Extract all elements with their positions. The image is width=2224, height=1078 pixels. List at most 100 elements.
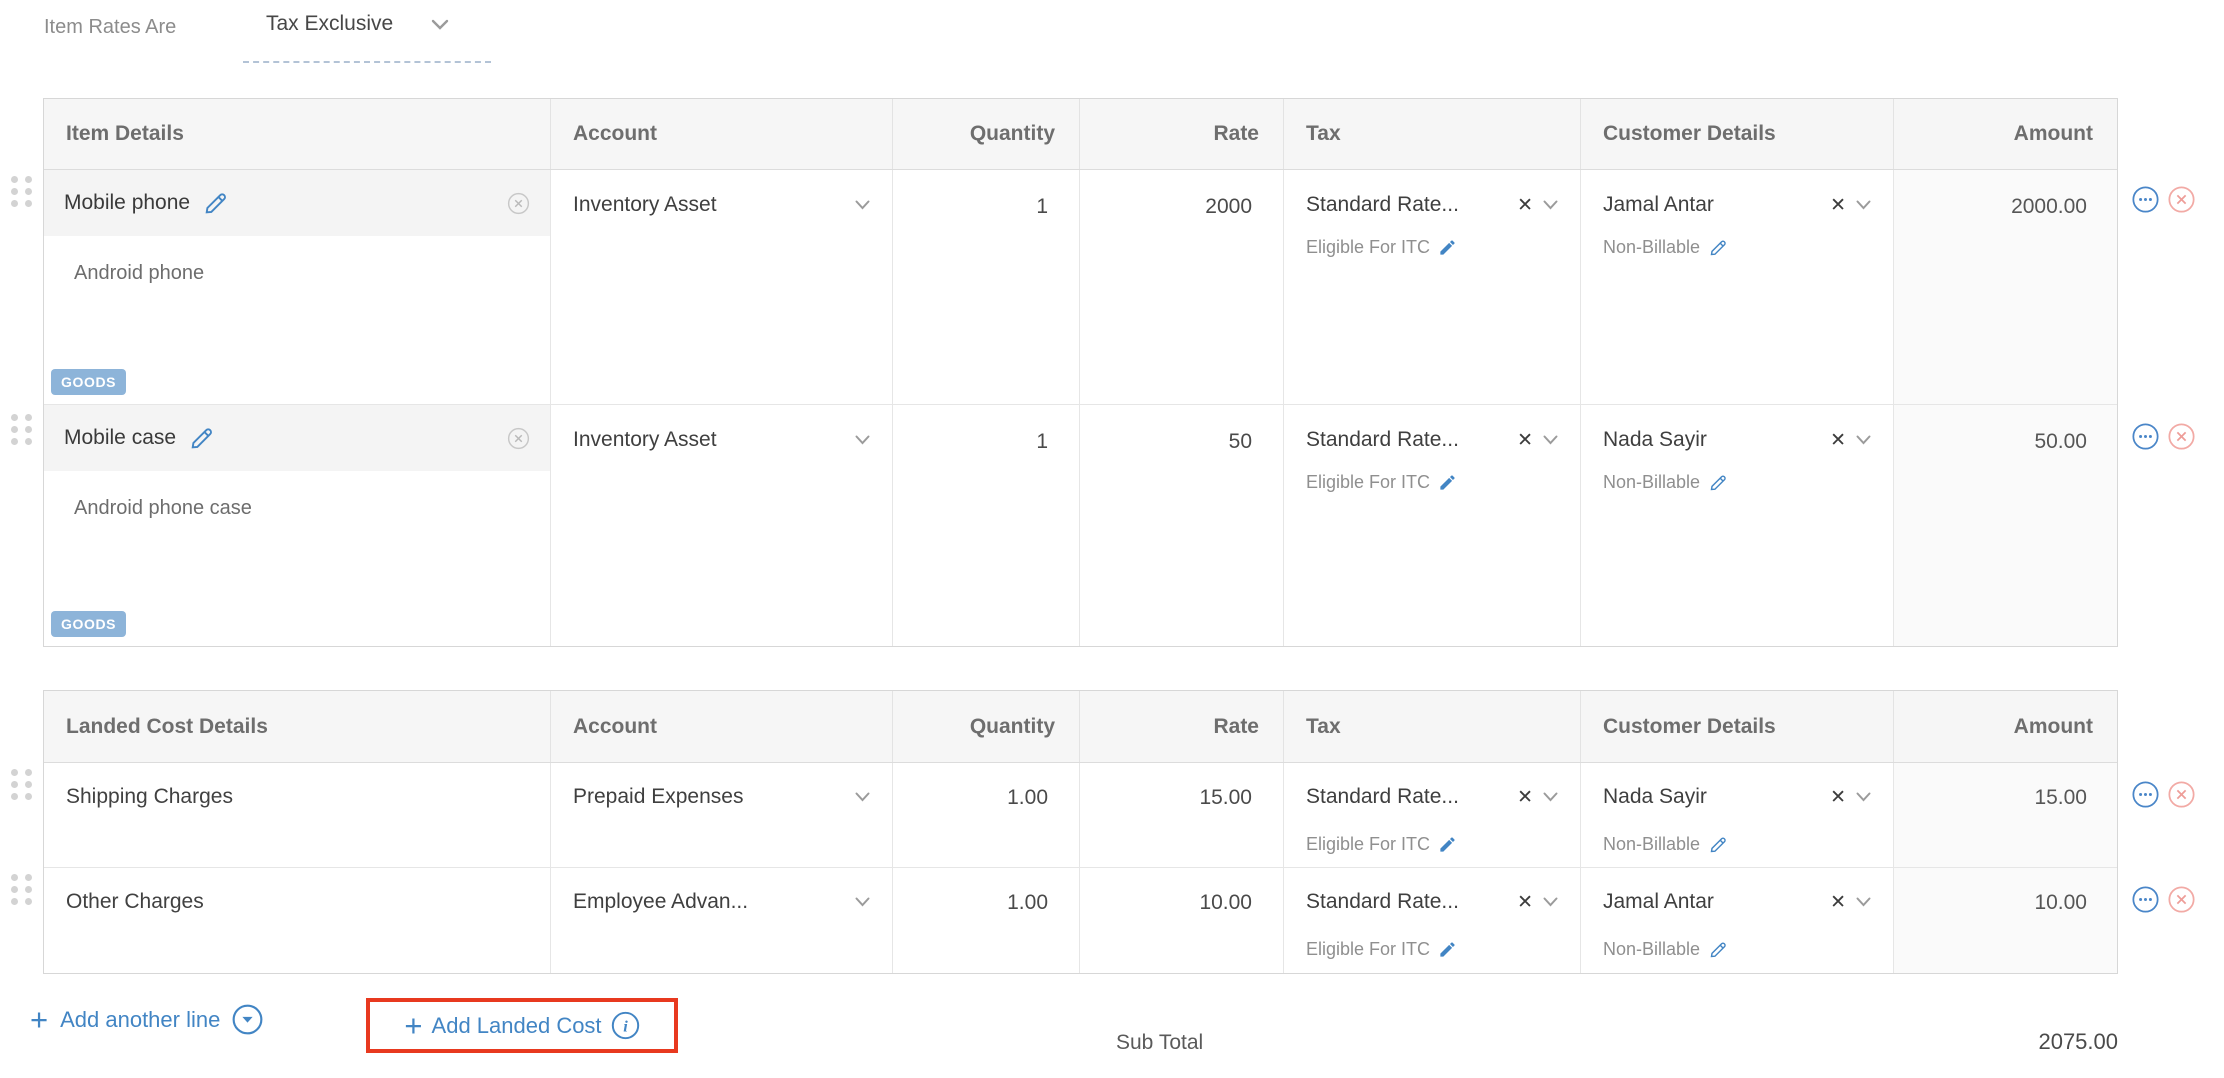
tax-itc-note: Eligible For ITC — [1306, 834, 1558, 855]
header-account: Account — [551, 691, 893, 762]
customer-select[interactable]: Jamal Antar ✕ — [1603, 193, 1871, 217]
header-customer-details: Customer Details — [1581, 691, 1894, 762]
customer-select[interactable]: Nada Sayir ✕ — [1603, 785, 1871, 809]
edit-item-icon[interactable] — [188, 425, 215, 452]
item-description[interactable]: Android phone — [74, 262, 550, 285]
table-row: Other Charges Employee Advan... 1.00 10.… — [44, 867, 2117, 973]
add-landed-cost-label: Add Landed Cost — [432, 1013, 602, 1039]
amount-value: 2000.00 — [1894, 170, 2117, 404]
clear-customer-icon[interactable]: ✕ — [1830, 429, 1846, 452]
header-account: Account — [551, 99, 893, 169]
clear-customer-icon[interactable]: ✕ — [1830, 891, 1846, 914]
item-select[interactable]: Mobile case — [44, 405, 550, 471]
clear-item-icon[interactable] — [507, 427, 530, 450]
amount-value: 10.00 — [1894, 868, 2117, 973]
add-another-line-button[interactable]: + Add another line — [30, 1004, 263, 1035]
row-reorder-handle[interactable] — [11, 874, 32, 905]
row-more-button[interactable] — [2132, 423, 2159, 450]
row-more-button[interactable] — [2132, 186, 2159, 213]
header-tax: Tax — [1284, 99, 1581, 169]
chevron-down-icon — [855, 435, 870, 445]
quantity-input[interactable]: 1.00 — [893, 763, 1080, 867]
row-delete-button[interactable] — [2168, 886, 2195, 913]
clear-tax-icon[interactable]: ✕ — [1517, 786, 1533, 809]
amount-value: 15.00 — [1894, 763, 2117, 867]
edit-item-icon[interactable] — [202, 190, 229, 217]
tax-mode-dropdown[interactable]: Tax Exclusive — [266, 12, 449, 36]
landed-cost-table: Landed Cost Details Account Quantity Rat… — [43, 690, 2118, 974]
account-select[interactable]: Employee Advan... — [573, 890, 870, 914]
row-actions — [2132, 781, 2195, 808]
account-select[interactable]: Inventory Asset — [573, 193, 870, 217]
header-landed-cost-details: Landed Cost Details — [44, 691, 551, 762]
customer-select[interactable]: Jamal Antar ✕ — [1603, 890, 1871, 914]
rate-input[interactable]: 15.00 — [1080, 763, 1284, 867]
tax-select[interactable]: Standard Rate... ✕ — [1306, 890, 1558, 914]
tax-select[interactable]: Standard Rate... ✕ — [1306, 193, 1558, 217]
plus-icon: + — [404, 1013, 422, 1039]
item-name: Mobile case — [64, 426, 176, 450]
customer-select[interactable]: Nada Sayir ✕ — [1603, 428, 1871, 452]
quantity-input[interactable]: 1.00 — [893, 868, 1080, 973]
account-value: Inventory Asset — [573, 428, 855, 452]
amount-value: 50.00 — [1894, 405, 2117, 646]
clear-tax-icon[interactable]: ✕ — [1517, 891, 1533, 914]
item-description[interactable]: Android phone case — [74, 497, 550, 520]
clear-tax-icon[interactable]: ✕ — [1517, 194, 1533, 217]
account-select[interactable]: Inventory Asset — [573, 428, 870, 452]
clear-customer-icon[interactable]: ✕ — [1830, 786, 1846, 809]
landed-cost-name[interactable]: Shipping Charges — [66, 785, 233, 808]
edit-billing-icon[interactable] — [1708, 940, 1728, 960]
landed-cost-name[interactable]: Other Charges — [66, 890, 204, 913]
billing-status-note: Non-Billable — [1603, 939, 1871, 960]
header-quantity: Quantity — [893, 99, 1080, 169]
chevron-down-icon — [1856, 435, 1871, 445]
edit-itc-icon[interactable] — [1438, 238, 1457, 257]
row-reorder-handle[interactable] — [11, 769, 32, 800]
customer-value: Nada Sayir — [1603, 428, 1824, 452]
clear-item-icon[interactable] — [507, 192, 530, 215]
table-row: Shipping Charges Prepaid Expenses 1.00 1… — [44, 763, 2117, 867]
clear-tax-icon[interactable]: ✕ — [1517, 429, 1533, 452]
rate-input[interactable]: 50 — [1080, 405, 1284, 646]
table-row: Mobile case Android phone case GOODS Inv… — [44, 404, 2117, 646]
item-select[interactable]: Mobile phone — [44, 170, 550, 236]
chevron-down-icon — [1543, 200, 1558, 210]
edit-billing-icon[interactable] — [1708, 238, 1728, 258]
row-delete-button[interactable] — [2168, 781, 2195, 808]
row-delete-button[interactable] — [2168, 423, 2195, 450]
add-landed-cost-button[interactable]: + Add Landed Cost i — [366, 998, 678, 1053]
row-reorder-handle[interactable] — [11, 176, 32, 207]
account-value: Inventory Asset — [573, 193, 855, 217]
row-more-button[interactable] — [2132, 781, 2159, 808]
clear-customer-icon[interactable]: ✕ — [1830, 194, 1846, 217]
customer-value: Jamal Antar — [1603, 193, 1824, 217]
subtotal-label: Sub Total — [1116, 1031, 1203, 1055]
svg-text:i: i — [623, 1016, 628, 1035]
tax-value: Standard Rate... — [1306, 785, 1511, 809]
tax-value: Standard Rate... — [1306, 428, 1511, 452]
account-select[interactable]: Prepaid Expenses — [573, 785, 870, 809]
add-line-options-icon[interactable] — [232, 1004, 263, 1035]
tax-select[interactable]: Standard Rate... ✕ — [1306, 428, 1558, 452]
tax-select[interactable]: Standard Rate... ✕ — [1306, 785, 1558, 809]
edit-itc-icon[interactable] — [1438, 835, 1457, 854]
row-delete-button[interactable] — [2168, 186, 2195, 213]
rate-input[interactable]: 2000 — [1080, 170, 1284, 404]
tax-mode-value: Tax Exclusive — [266, 12, 393, 36]
edit-itc-icon[interactable] — [1438, 940, 1457, 959]
rate-input[interactable]: 10.00 — [1080, 868, 1284, 973]
edit-itc-icon[interactable] — [1438, 473, 1457, 492]
row-reorder-handle[interactable] — [11, 414, 32, 445]
header-rate: Rate — [1080, 99, 1284, 169]
tax-itc-note: Eligible For ITC — [1306, 237, 1558, 258]
edit-billing-icon[interactable] — [1708, 473, 1728, 493]
info-icon[interactable]: i — [611, 1011, 640, 1040]
chevron-down-icon — [1543, 435, 1558, 445]
tax-value: Standard Rate... — [1306, 193, 1511, 217]
add-another-line-label: Add another line — [60, 1007, 220, 1033]
quantity-input[interactable]: 1 — [893, 170, 1080, 404]
row-more-button[interactable] — [2132, 886, 2159, 913]
quantity-input[interactable]: 1 — [893, 405, 1080, 646]
edit-billing-icon[interactable] — [1708, 835, 1728, 855]
